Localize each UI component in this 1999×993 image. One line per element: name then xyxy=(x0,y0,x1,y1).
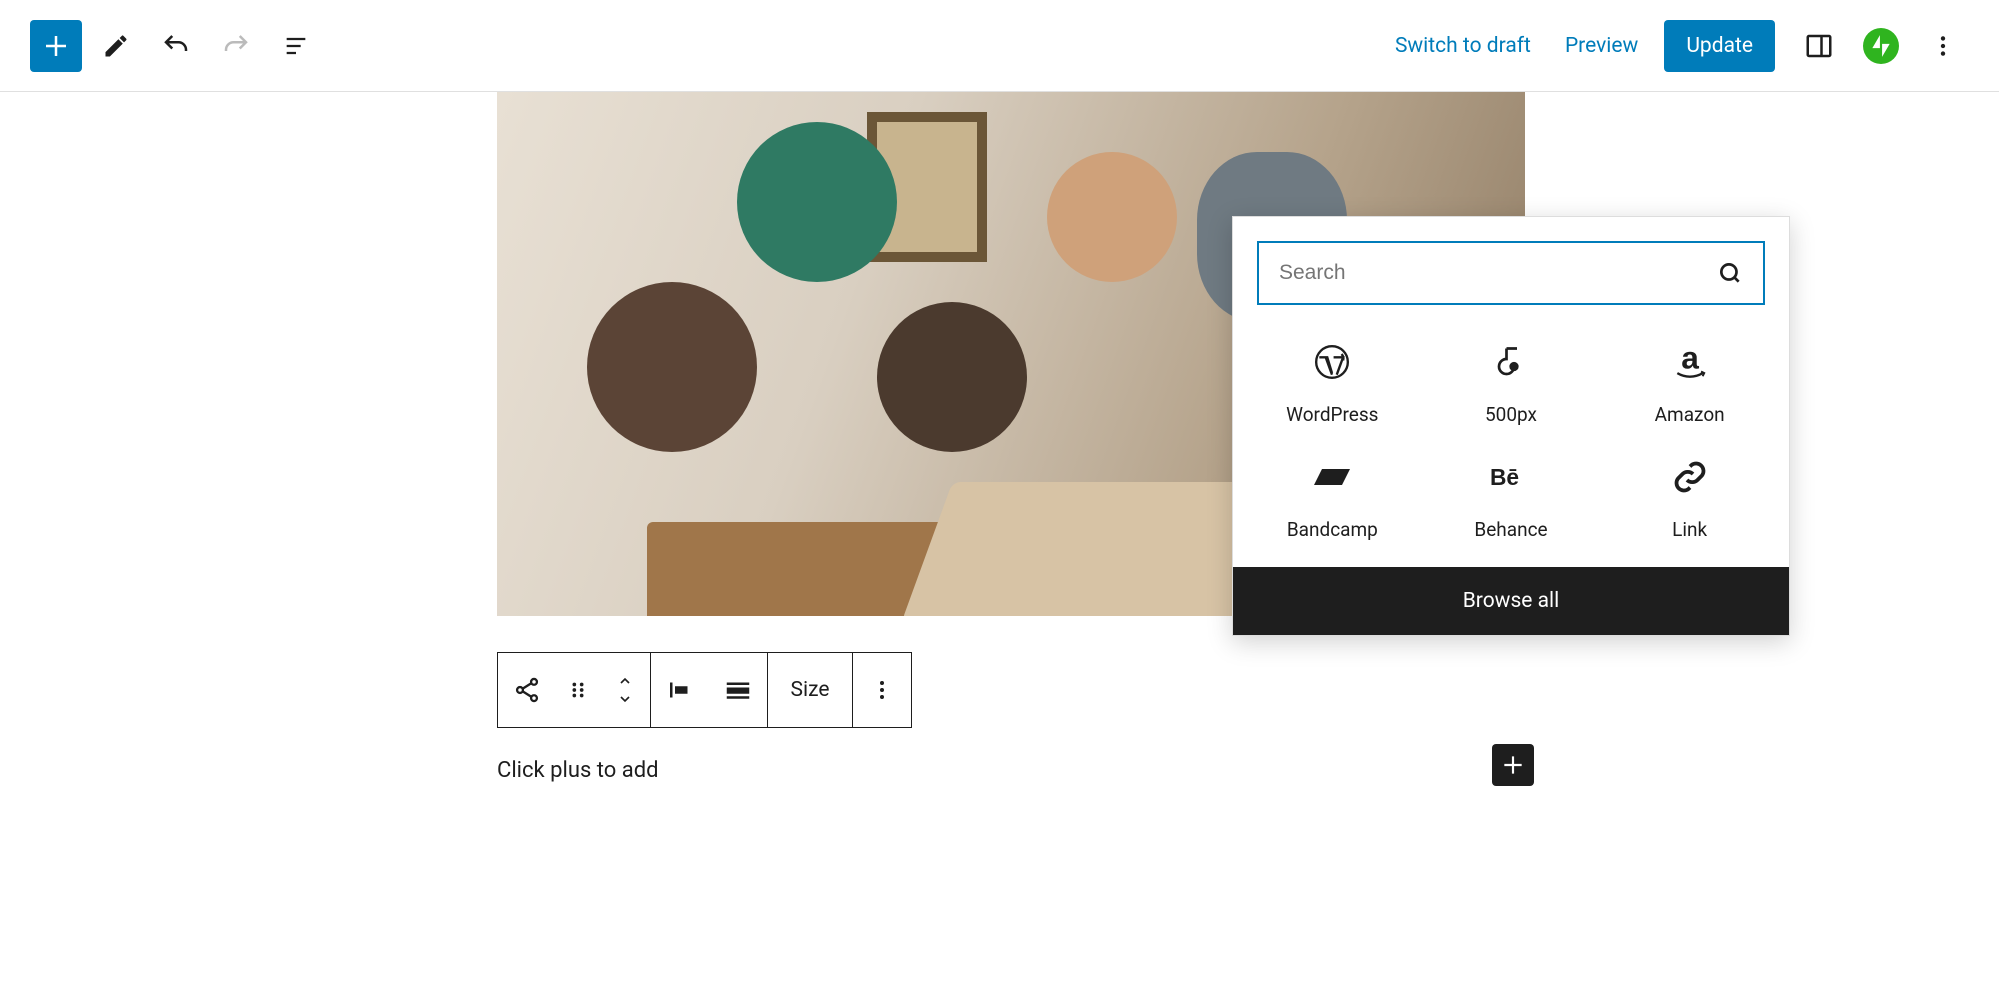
behance-icon: Bē xyxy=(1490,456,1532,498)
settings-sidebar-toggle[interactable] xyxy=(1793,20,1845,72)
chevron-up-icon xyxy=(614,673,636,689)
paragraph-placeholder[interactable]: Click plus to add xyxy=(497,758,659,783)
drag-handle[interactable] xyxy=(556,653,600,727)
block-item-label: 500px xyxy=(1485,403,1537,426)
photo-decoration xyxy=(1047,152,1177,282)
block-item-label: Amazon xyxy=(1655,403,1725,426)
move-down-button[interactable] xyxy=(614,691,636,707)
photo-decoration xyxy=(587,282,757,452)
block-item-bandcamp[interactable]: Bandcamp xyxy=(1243,456,1422,541)
photo-decoration xyxy=(877,302,1027,452)
align-full-button[interactable] xyxy=(709,653,767,727)
block-item-label: Bandcamp xyxy=(1287,518,1378,541)
inline-add-block-button[interactable] xyxy=(1492,744,1534,786)
editor-top-toolbar: Switch to draft Preview Update xyxy=(0,0,1999,92)
search-icon xyxy=(1717,260,1743,286)
move-up-button[interactable] xyxy=(614,673,636,689)
bandcamp-icon xyxy=(1311,456,1353,498)
photo-decoration xyxy=(737,122,897,282)
photo-decoration xyxy=(902,482,1283,616)
jetpack-icon xyxy=(1868,33,1894,59)
document-overview-button[interactable] xyxy=(270,20,322,72)
block-item-link[interactable]: Link xyxy=(1600,456,1779,541)
block-item-label: Link xyxy=(1672,518,1707,541)
block-type-button[interactable] xyxy=(498,653,556,727)
align-left-icon xyxy=(665,675,695,705)
list-view-icon xyxy=(282,32,310,60)
align-left-button[interactable] xyxy=(651,653,709,727)
more-vertical-icon xyxy=(870,678,894,702)
toggle-block-inserter-button[interactable] xyxy=(30,20,82,72)
amazon-icon: a xyxy=(1669,341,1711,383)
size-button[interactable]: Size xyxy=(768,653,852,727)
block-item-behance[interactable]: Bē Behance xyxy=(1422,456,1601,541)
chevron-down-icon xyxy=(614,691,636,707)
link-icon xyxy=(1669,456,1711,498)
drag-icon xyxy=(567,677,589,703)
inserter-block-grid: WordPress 500px a Amazon Bandcamp xyxy=(1233,323,1789,567)
block-inserter-popover: WordPress 500px a Amazon Bandcamp xyxy=(1232,216,1790,636)
fivehundredpx-icon xyxy=(1490,341,1532,383)
svg-text:a: a xyxy=(1681,343,1699,375)
inserter-search-input[interactable] xyxy=(1279,261,1650,285)
toolbar-right-group: Switch to draft Preview Update xyxy=(1387,20,1969,72)
redo-button[interactable] xyxy=(210,20,262,72)
more-options-button[interactable] xyxy=(1917,20,1969,72)
tools-button[interactable] xyxy=(90,20,142,72)
wordpress-icon xyxy=(1311,341,1353,383)
align-full-icon xyxy=(723,675,753,705)
update-button[interactable]: Update xyxy=(1664,20,1775,72)
block-more-options-button[interactable] xyxy=(853,653,911,727)
plus-icon xyxy=(41,31,71,61)
toolbar-left-group xyxy=(30,20,322,72)
undo-icon xyxy=(161,31,191,61)
pencil-icon xyxy=(102,32,130,60)
sidebar-icon xyxy=(1804,31,1834,61)
svg-text:Bē: Bē xyxy=(1490,464,1519,490)
share-icon xyxy=(513,676,541,704)
browse-all-button[interactable]: Browse all xyxy=(1233,567,1789,635)
block-item-label: WordPress xyxy=(1286,403,1378,426)
plus-icon xyxy=(1500,752,1526,778)
more-vertical-icon xyxy=(1930,33,1956,59)
block-toolbar: Size xyxy=(497,652,912,728)
block-item-label: Behance xyxy=(1474,518,1547,541)
switch-to-draft-button[interactable]: Switch to draft xyxy=(1387,28,1539,64)
undo-button[interactable] xyxy=(150,20,202,72)
block-item-wordpress[interactable]: WordPress xyxy=(1243,341,1422,426)
jetpack-button[interactable] xyxy=(1863,28,1899,64)
preview-button[interactable]: Preview xyxy=(1557,28,1646,64)
inserter-search-wrapper xyxy=(1257,241,1765,305)
redo-icon xyxy=(221,31,251,61)
block-item-amazon[interactable]: a Amazon xyxy=(1600,341,1779,426)
block-item-500px[interactable]: 500px xyxy=(1422,341,1601,426)
